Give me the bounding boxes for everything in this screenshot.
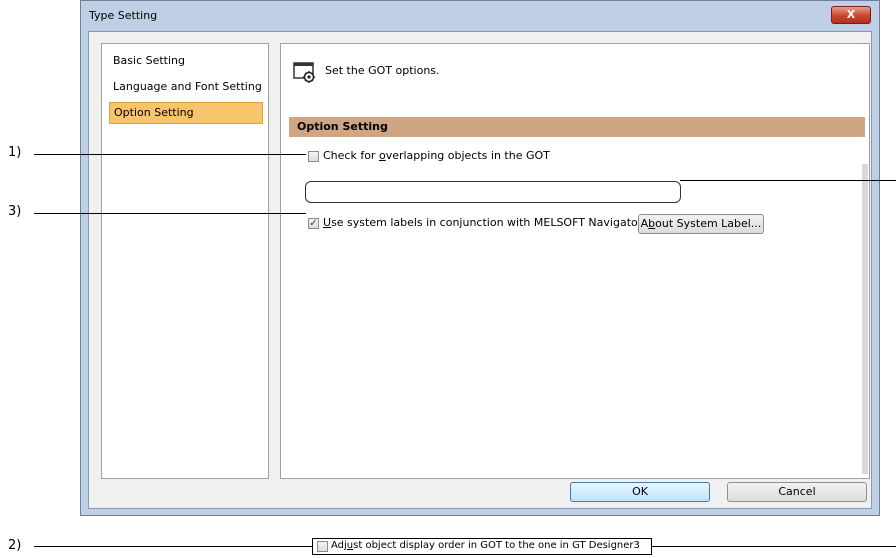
callout-line-1 xyxy=(34,154,306,155)
adjust-order-label[interactable]: Adjust object display order in GOT to th… xyxy=(331,540,640,551)
callout-line-2 xyxy=(34,546,312,547)
type-setting-dialog: Type Setting X Basic Setting Language an… xyxy=(80,0,880,516)
adjust-order-option-box: Adjust object display order in GOT to th… xyxy=(312,538,652,555)
system-labels-label[interactable]: Use system labels in conjunction with ME… xyxy=(323,216,642,229)
window-title: Type Setting xyxy=(89,9,158,22)
callout-label-1: 1) xyxy=(8,145,22,160)
section-title-bar: Option Setting xyxy=(289,117,865,137)
cancel-button[interactable]: Cancel xyxy=(727,482,867,502)
panel-description: Set the GOT options. xyxy=(325,64,440,77)
dialog-client-area: Basic Setting Language and Font Setting … xyxy=(88,31,872,509)
callout-label-3: 3) xyxy=(8,204,22,219)
settings-nav-list: Basic Setting Language and Font Setting … xyxy=(101,43,269,479)
nav-item-language-font-setting[interactable]: Language and Font Setting xyxy=(109,76,263,98)
callout-line-2-right xyxy=(652,546,896,547)
close-button[interactable]: X xyxy=(831,6,871,24)
callout-line-right xyxy=(680,180,896,181)
nav-item-option-setting[interactable]: Option Setting xyxy=(109,102,263,124)
nav-item-basic-setting[interactable]: Basic Setting xyxy=(109,50,263,72)
panel-scrollbar[interactable] xyxy=(862,164,868,474)
option-setting-panel: Set the GOT options. Option Setting Chec… xyxy=(280,43,870,479)
settings-gear-window-icon xyxy=(293,62,315,83)
ok-button[interactable]: OK xyxy=(570,482,710,502)
overlap-check-label[interactable]: Check for overlapping objects in the GOT xyxy=(323,149,550,162)
callout-label-2: 2) xyxy=(8,538,22,553)
system-labels-checkbox[interactable]: ✓ xyxy=(308,218,319,229)
placeholder-option-box xyxy=(305,181,681,203)
callout-line-3 xyxy=(34,213,306,214)
about-system-label-button[interactable]: About System Label... xyxy=(638,214,764,234)
adjust-order-checkbox[interactable] xyxy=(317,541,328,552)
overlap-check-checkbox[interactable] xyxy=(308,151,319,162)
